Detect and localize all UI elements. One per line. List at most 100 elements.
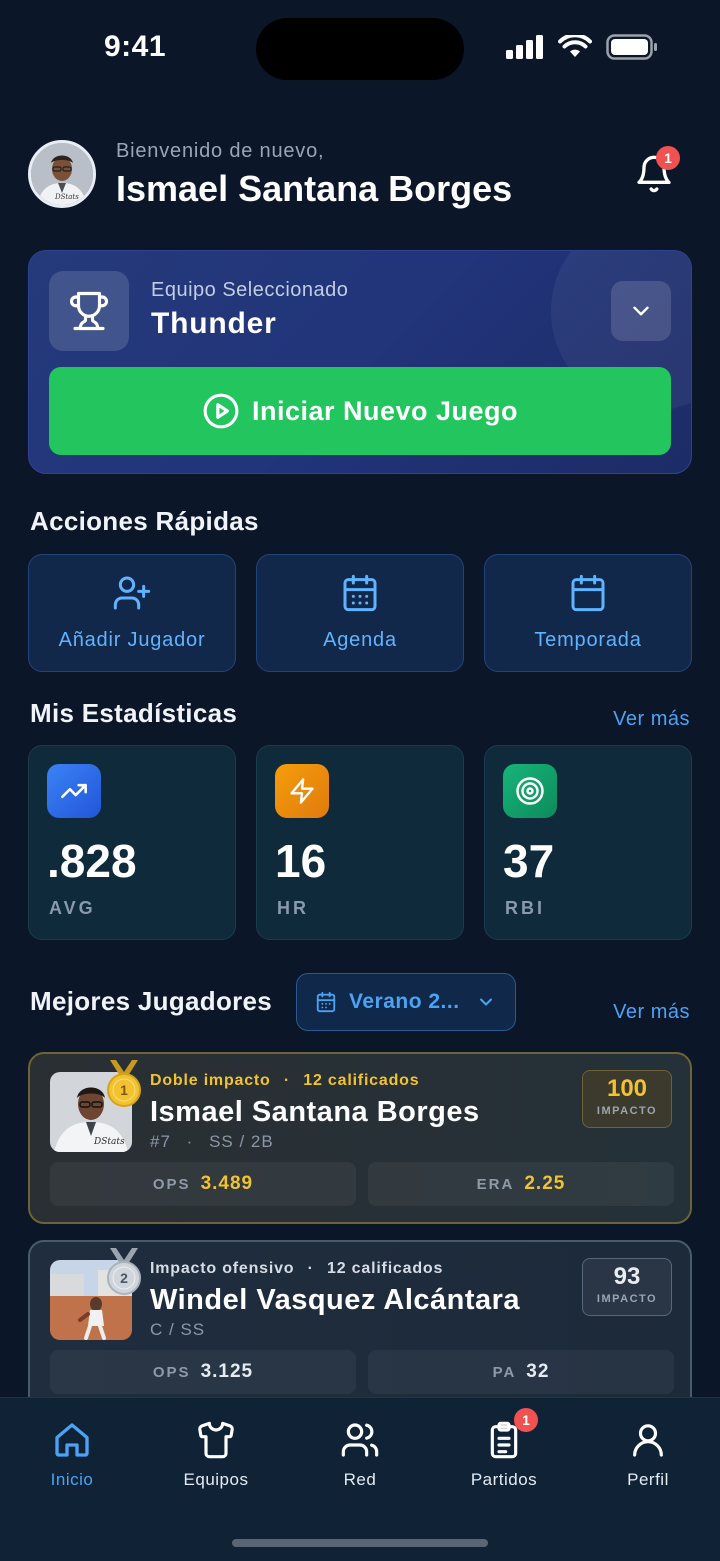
stat-card-hr[interactable]: 16 HR (256, 745, 464, 940)
stat-icon-box (47, 764, 101, 818)
user-name: Ismael Santana Borges (116, 168, 513, 209)
chevron-down-icon (633, 306, 649, 316)
notification-badge: 1 (656, 146, 680, 170)
add-player-button[interactable]: Añadir Jugador (28, 554, 236, 672)
player-meta: Impacto ofensivo · 12 calificados (150, 1260, 443, 1278)
nav-label: Inicio (50, 1470, 94, 1489)
bottom-nav: Inicio Equipos Red 1 Partidos Perfil (0, 1397, 720, 1561)
stat-value: 3.125 (200, 1361, 254, 1382)
player-stat-pill: PA 32 (368, 1350, 674, 1394)
season-button[interactable]: Temporada (484, 554, 692, 672)
chevron-down-icon (479, 998, 492, 1006)
player-meta: Doble impacto · 12 calificados (150, 1072, 419, 1090)
lightning-icon (290, 778, 314, 804)
stat-value: .828 (47, 835, 137, 887)
stat-key: OPS (152, 1175, 191, 1193)
player-stat-pill: OPS 3.489 (50, 1162, 356, 1206)
stat-label: AVG (49, 898, 96, 918)
stat-label: RBI (505, 898, 545, 918)
schedule-button[interactable]: Agenda (256, 554, 464, 672)
player-category: Impacto ofensivo (150, 1260, 295, 1277)
team-name: Thunder (151, 307, 277, 340)
nav-badge: 1 (514, 1408, 538, 1432)
shirt-icon (198, 1421, 234, 1459)
impact-badge: 93 IMPACTO (582, 1258, 672, 1316)
stat-icon-box (503, 764, 557, 818)
top-players-title: Mejores Jugadores (30, 986, 273, 1016)
team-dropdown-button[interactable] (611, 281, 671, 341)
nav-item-equipos[interactable]: Equipos (144, 1420, 288, 1500)
meta-separator: · (307, 1260, 314, 1277)
target-icon (516, 777, 544, 805)
player-qualified: 12 calificados (303, 1072, 420, 1089)
player-position: #7 · SS / 2B (150, 1132, 274, 1152)
player-name: Windel Vasquez Alcántara (150, 1284, 521, 1316)
stat-key: OPS (152, 1363, 191, 1381)
impact-value: 100 (606, 1075, 648, 1102)
nav-label: Partidos (470, 1470, 538, 1489)
start-game-button[interactable]: Iniciar Nuevo Juego (49, 367, 671, 455)
stats-see-more-link[interactable]: Ver más (613, 708, 690, 731)
signal-icon (506, 35, 543, 59)
team-card: Equipo Seleccionado Thunder Iniciar Nuev… (28, 250, 692, 474)
schedule-label: Agenda (323, 629, 397, 651)
svg-text:DStats: DStats (93, 1137, 125, 1147)
stat-key: PA (492, 1363, 517, 1381)
home-icon (55, 1423, 89, 1457)
avatar-image: DStats (31, 143, 93, 205)
player-category: Doble impacto (150, 1072, 271, 1089)
rank-number: 1 (120, 1082, 128, 1098)
meta-separator: · (283, 1072, 291, 1089)
player-stat-pill: ERA 2.25 (368, 1162, 674, 1206)
player-card[interactable]: DStats 1 Doble impacto · 12 calificados … (28, 1052, 692, 1224)
player-number: #7 (150, 1132, 171, 1151)
status-bar: 9:41 (0, 0, 720, 100)
player-card[interactable]: 2 Impacto ofensivo · 12 calificados Wind… (28, 1240, 692, 1420)
quick-actions-title: Acciones Rápidas (30, 506, 259, 536)
nav-label: Perfil (627, 1470, 669, 1489)
season-select[interactable]: Verano 2... (296, 973, 516, 1031)
impact-value: 93 (613, 1263, 641, 1290)
play-circle-icon (203, 393, 239, 429)
battery-icon (606, 34, 657, 60)
player-name: Ismael Santana Borges (150, 1096, 480, 1128)
stats-title: Mis Estadísticas (30, 698, 238, 728)
stat-label: HR (277, 898, 309, 918)
stat-value: 32 (526, 1361, 550, 1382)
stat-card-rbi[interactable]: 37 RBI (484, 745, 692, 940)
trending-up-icon (61, 783, 87, 799)
start-game-label: Iniciar Nuevo Juego (251, 395, 519, 426)
add-player-label: Añadir Jugador (58, 629, 206, 651)
calendar-grid-icon (343, 574, 377, 612)
silver-medal-icon: 2 (107, 1248, 141, 1295)
season-label: Temporada (534, 629, 642, 651)
nav-item-red[interactable]: Red (288, 1420, 432, 1500)
wifi-icon (558, 35, 592, 57)
calendar-icon (571, 574, 605, 612)
stat-value: 16 (275, 835, 327, 887)
nav-item-partidos[interactable]: 1 Partidos (432, 1408, 576, 1500)
nav-item-perfil[interactable]: Perfil (576, 1420, 720, 1500)
impact-label: IMPACTO (596, 1105, 658, 1117)
avatar[interactable]: DStats (28, 140, 96, 208)
meta-separator: · (186, 1132, 194, 1151)
nav-label: Equipos (183, 1470, 249, 1489)
trophy-icon (69, 291, 109, 331)
player-positions: C / SS (150, 1320, 206, 1339)
season-select-value: Verano 2... (349, 990, 460, 1013)
add-user-icon (113, 576, 151, 610)
stat-card-avg[interactable]: .828 AVG (28, 745, 236, 940)
stat-icon-box (275, 764, 329, 818)
stat-key: ERA (476, 1175, 515, 1193)
top-players-see-more-link[interactable]: Ver más (613, 1001, 690, 1024)
impact-badge: 100 IMPACTO (582, 1070, 672, 1128)
gold-medal-icon: 1 (107, 1060, 141, 1107)
nav-label: Red (343, 1470, 377, 1489)
user-icon (633, 1424, 663, 1457)
player-qualified: 12 calificados (327, 1260, 444, 1277)
trophy-badge (49, 271, 129, 351)
nav-item-inicio[interactable]: Inicio (0, 1420, 144, 1500)
player-positions: SS / 2B (209, 1132, 274, 1151)
player-position: C / SS (150, 1320, 205, 1340)
header: DStats Bienvenido de nuevo, Ismael Santa… (28, 140, 692, 212)
